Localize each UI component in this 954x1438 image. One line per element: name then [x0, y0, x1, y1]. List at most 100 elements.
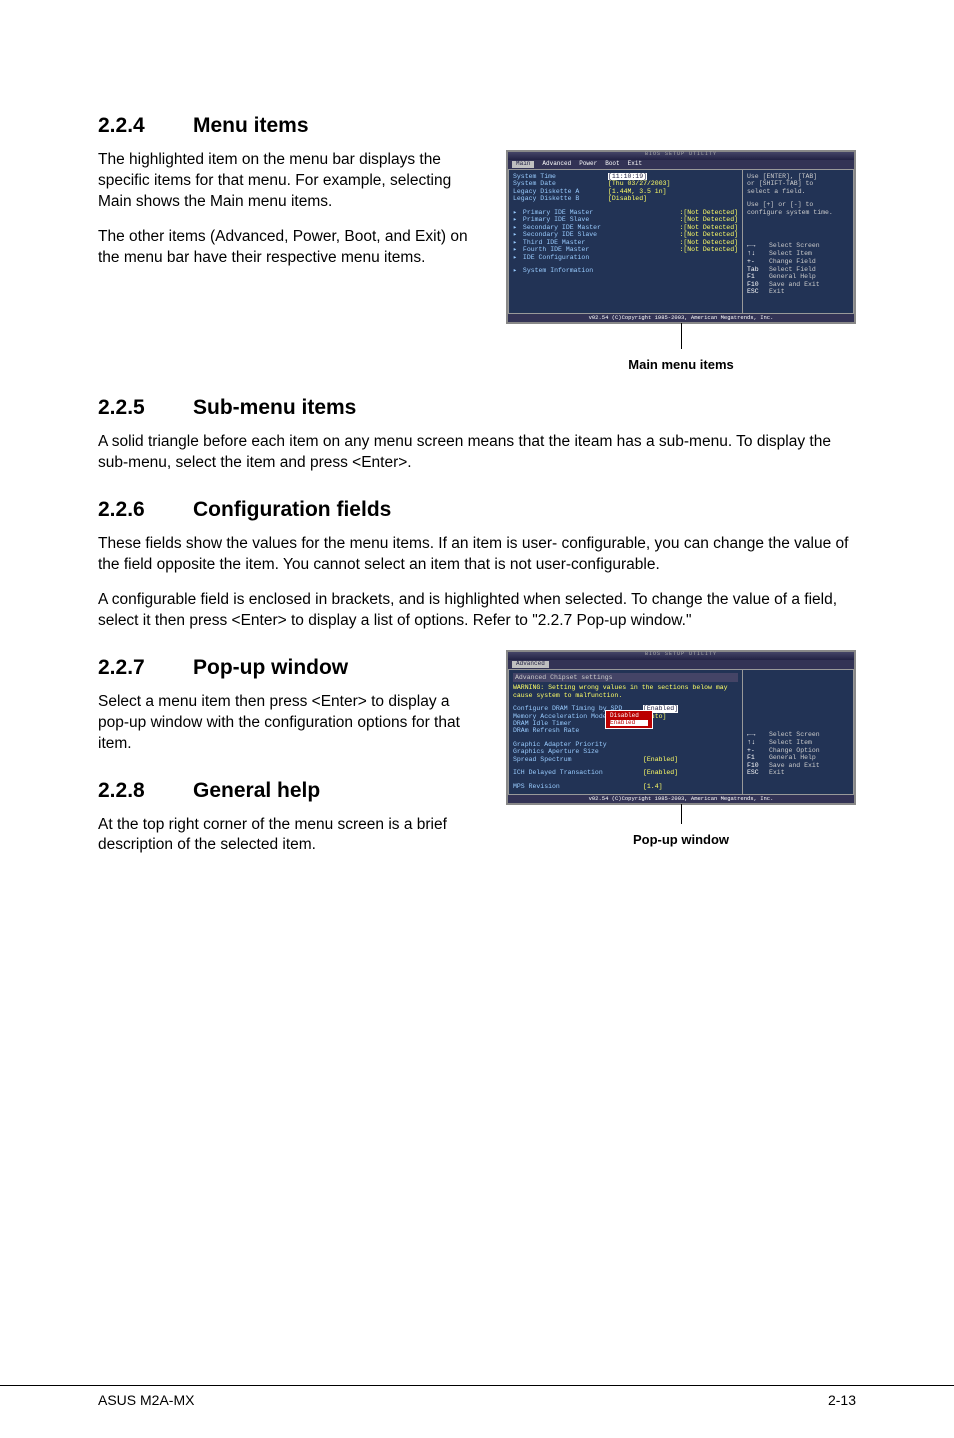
bios-label: Spread Spectrum	[513, 756, 643, 763]
bios-sub: Primary IDE Master	[523, 209, 593, 216]
help-txt: General Help	[769, 754, 816, 761]
bios-val: :[Not Detected]	[679, 224, 738, 231]
help-text: or [SHIFT-TAB] to	[747, 180, 849, 187]
help-key: F1	[747, 273, 769, 280]
bios-popup-screenshot: BIOS SETUP UTILITY Advanced Advanced Chi…	[506, 650, 856, 805]
bios-main-pane: System Time[11:10:19] System Date[Thu 03…	[508, 169, 742, 314]
bios-header: Advanced Chipset settings	[513, 673, 738, 682]
bios-foot: v02.54 (C)Copyright 1985-2003, American …	[508, 314, 854, 322]
heading-num: 2.2.5	[98, 396, 193, 420]
help-key: +-	[747, 747, 769, 754]
help-txt: Exit	[769, 288, 785, 295]
bios-val: :[Not Detected]	[679, 231, 738, 238]
popup-option-selected: Enabled	[610, 720, 648, 727]
heading-num: 2.2.6	[98, 498, 193, 522]
help-txt: Select Field	[769, 266, 816, 273]
heading-title: Pop-up window	[193, 656, 348, 679]
footer-left: ASUS M2A-MX	[98, 1392, 194, 1408]
help-txt: General Help	[769, 273, 816, 280]
help-txt: Select Screen	[769, 242, 820, 250]
bios-sub: Secondary IDE Master	[523, 224, 601, 231]
footer-right: 2-13	[828, 1392, 856, 1408]
heading-num: 2.2.8	[98, 779, 193, 803]
bios-val: :[Not Detected]	[679, 239, 738, 246]
bios-tab-advanced: Advanced	[512, 661, 549, 668]
bios-label: System Time	[513, 173, 608, 180]
help-key: Tab	[747, 266, 769, 273]
bios-tab-power: Power	[579, 161, 597, 168]
bios-label: Legacy Diskette A	[513, 188, 608, 195]
bios-tab-boot: Boot	[605, 161, 619, 168]
bios-label: Legacy Diskette B	[513, 195, 608, 202]
heading-title: General help	[193, 779, 320, 802]
bios-label: ICH Delayed Transaction	[513, 769, 643, 776]
help-key: ←→	[747, 242, 769, 250]
bios-titlebar: BIOS SETUP UTILITY	[508, 652, 854, 660]
bios-titlebar: BIOS SETUP UTILITY	[508, 152, 854, 160]
bios-val: :[Not Detected]	[679, 216, 738, 223]
help-txt: Exit	[769, 769, 785, 776]
para-227: Select a menu item then press <Enter> to…	[98, 692, 476, 755]
help-key: ↑↓	[747, 739, 769, 747]
bios-val: [1.44M, 3.5 in]	[608, 188, 667, 195]
bios-val: [Enabled]	[643, 769, 678, 776]
bios-val: [11:10:19]	[608, 173, 647, 180]
bios-side-pane: Use [ENTER], [TAB] or [SHIFT-TAB] to sel…	[742, 169, 854, 314]
bios-label: MPS Revision	[513, 783, 643, 790]
heading-227: 2.2.7Pop-up window	[98, 656, 476, 680]
bios-label: System Date	[513, 180, 608, 187]
heading-225: 2.2.5Sub-menu items	[98, 396, 856, 420]
heading-num: 2.2.7	[98, 656, 193, 680]
bios-val: [Enabled]	[643, 756, 678, 763]
bios-tab-advanced: Advanced	[542, 161, 571, 168]
bios-val: [Disabled]	[608, 195, 647, 202]
para-224-1: The highlighted item on the menu bar dis…	[98, 150, 488, 213]
help-key: +-	[747, 258, 769, 265]
help-text: select a field.	[747, 188, 849, 195]
heading-title: Menu items	[193, 114, 309, 137]
para-226-2: A configurable field is enclosed in brac…	[98, 590, 856, 632]
bios-label: Graphics Aperture Size	[513, 748, 643, 755]
help-txt: Change Field	[769, 258, 816, 265]
bios-val: :[Not Detected]	[679, 246, 738, 253]
bios-label: Graphic Adapter Priority	[513, 741, 643, 748]
bios-main-pane: Advanced Chipset settings WARNING: Setti…	[508, 669, 742, 795]
heading-228: 2.2.8General help	[98, 779, 476, 803]
help-txt: Select Item	[769, 250, 812, 258]
help-text: Use [+] or [-] to	[747, 201, 849, 208]
help-key: ESC	[747, 769, 769, 776]
help-key: ESC	[747, 288, 769, 295]
bios-sub: IDE Configuration	[523, 254, 589, 261]
bios-main-screenshot: BIOS SETUP UTILITY Main Advanced Power B…	[506, 150, 856, 324]
heading-num: 2.2.4	[98, 114, 193, 138]
help-txt: Save and Exit	[769, 762, 820, 769]
help-txt: Change Option	[769, 747, 820, 754]
help-key: F10	[747, 281, 769, 288]
bios-val: [Thu 03/27/2003]	[608, 180, 670, 187]
bios-val: [1.4]	[643, 783, 663, 790]
para-225: A solid triangle before each item on any…	[98, 432, 856, 474]
heading-title: Sub-menu items	[193, 396, 356, 419]
bios-sub: Third IDE Master	[523, 239, 585, 246]
heading-title: Configuration fields	[193, 498, 391, 521]
para-228: At the top right corner of the menu scre…	[98, 815, 476, 857]
caption-main-menu: Main menu items	[628, 357, 733, 372]
bios-tab-main: Main	[512, 161, 534, 168]
help-key: F1	[747, 754, 769, 761]
bios-side-pane: ←→Select Screen ↑↓Select Item +-Change O…	[742, 669, 854, 795]
heading-226: 2.2.6Configuration fields	[98, 498, 856, 522]
bios-sub: Fourth IDE Master	[523, 246, 589, 253]
bios-warning: WARNING: Setting wrong values in the sec…	[513, 684, 738, 699]
help-txt: Save and Exit	[769, 281, 820, 288]
help-txt: Select Screen	[769, 731, 820, 739]
bios-sub: Secondary IDE Slave	[523, 231, 597, 238]
para-224-2: The other items (Advanced, Power, Boot, …	[98, 227, 488, 269]
heading-224: 2.2.4Menu items	[98, 114, 856, 138]
bios-sysinfo: System Information	[523, 267, 593, 274]
bios-tabs: Main Advanced Power Boot Exit	[508, 160, 854, 169]
bios-tabs: Advanced	[508, 660, 854, 669]
help-text: Use [ENTER], [TAB]	[747, 173, 849, 180]
page-footer: ASUS M2A-MX 2-13	[0, 1385, 954, 1408]
help-key: ↑↓	[747, 250, 769, 258]
help-text: configure system time.	[747, 209, 849, 216]
